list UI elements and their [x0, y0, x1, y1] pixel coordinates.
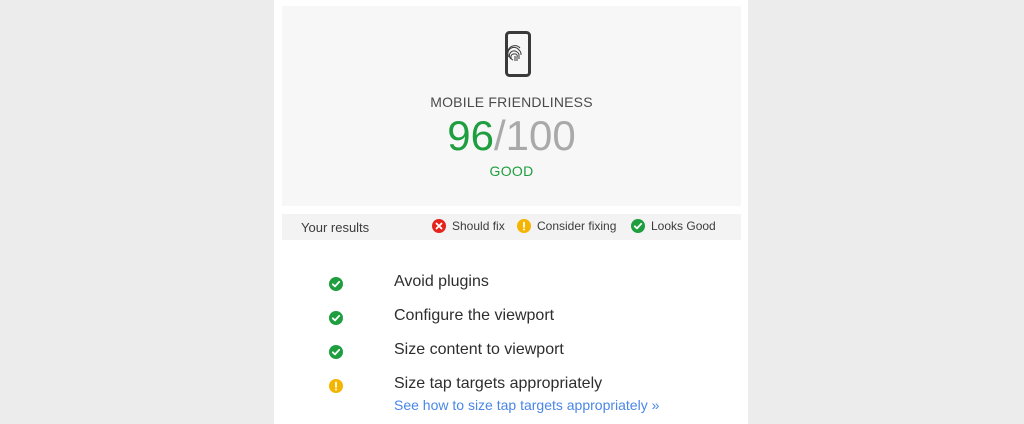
check-circle-icon	[329, 311, 343, 325]
legend-item-label: Consider fixing	[537, 219, 617, 233]
score-line: 96/100	[282, 112, 741, 160]
legend-item-consider-fixing: Consider fixing	[517, 219, 616, 233]
score-separator: /	[493, 112, 506, 159]
score-value: 96	[447, 112, 494, 159]
check-circle-icon	[631, 219, 645, 233]
mobile-fingerprint-icon	[505, 31, 531, 77]
legend-item-label: Should fix	[452, 219, 505, 233]
x-circle-icon	[432, 219, 446, 233]
legend-label: Your results	[301, 220, 370, 235]
score-rating: GOOD	[489, 163, 534, 179]
rule-name: Size content to viewport	[394, 341, 564, 358]
rule-name: Configure the viewport	[394, 307, 555, 324]
check-circle-icon	[329, 345, 343, 359]
score-title: MOBILE FRIENDLINESS	[430, 94, 593, 110]
legend-item-looks-good: Looks Good	[631, 219, 716, 233]
results-legend: Your results Should fix Consider fixing …	[282, 214, 741, 240]
rule-name: Size tap targets appropriately	[394, 375, 603, 392]
exclamation-circle-icon	[329, 379, 343, 393]
report-panel: MOBILE FRIENDLINESS 96/100 GOOD Your res…	[274, 0, 748, 424]
score-card: MOBILE FRIENDLINESS 96/100 GOOD	[282, 6, 741, 206]
score-max: 100	[505, 112, 576, 159]
rule-name: Avoid plugins	[394, 273, 489, 290]
tap-targets-help-link[interactable]: See how to size tap targets appropriatel…	[394, 397, 659, 413]
legend-item-label: Looks Good	[651, 219, 716, 233]
check-circle-icon	[329, 277, 343, 291]
exclamation-circle-icon	[517, 219, 531, 233]
legend-item-should-fix: Should fix	[432, 219, 505, 233]
